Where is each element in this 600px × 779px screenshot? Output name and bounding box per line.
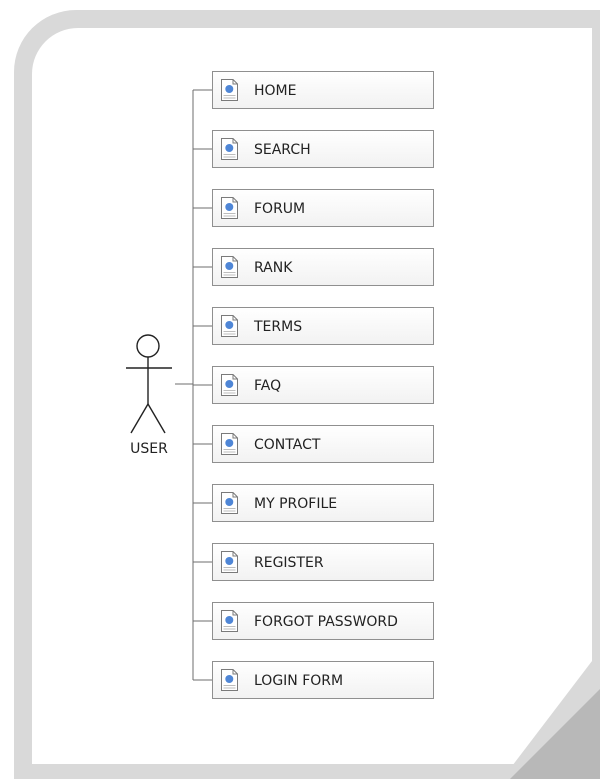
actor-label: USER (130, 441, 168, 457)
use-case-label: RANK (254, 260, 293, 276)
document-icon (221, 197, 238, 219)
use-case-label: TERMS (254, 319, 303, 335)
use-case-contact[interactable]: CONTACT (212, 425, 434, 463)
use-case-terms[interactable]: TERMS (212, 307, 434, 345)
use-case-search[interactable]: SEARCH (212, 130, 434, 168)
document-icon (221, 610, 238, 632)
document-icon (221, 315, 238, 337)
document-icon (221, 138, 238, 160)
use-case-forgot-password[interactable]: FORGOT PASSWORD (212, 602, 434, 640)
use-case-rank[interactable]: RANK (212, 248, 434, 286)
use-case-label: HOME (254, 83, 297, 99)
use-case-forum[interactable]: FORUM (212, 189, 434, 227)
use-case-label: SEARCH (254, 142, 311, 158)
use-case-label: CONTACT (254, 437, 321, 453)
use-case-my-profile[interactable]: MY PROFILE (212, 484, 434, 522)
document-icon (221, 492, 238, 514)
use-case-label: LOGIN FORM (254, 673, 344, 689)
document-icon (221, 433, 238, 455)
use-case-label: REGISTER (254, 555, 324, 571)
stick-figure-actor-icon (126, 334, 172, 434)
use-case-label: FORGOT PASSWORD (254, 614, 398, 630)
use-case-login-form[interactable]: LOGIN FORM (212, 661, 434, 699)
document-icon (221, 669, 238, 691)
document-icon (221, 551, 238, 573)
use-case-faq[interactable]: FAQ (212, 366, 434, 404)
use-case-home[interactable]: HOME (212, 71, 434, 109)
document-icon (221, 374, 238, 396)
document-icon (221, 79, 238, 101)
use-case-label: FAQ (254, 378, 282, 394)
use-case-register[interactable]: REGISTER (212, 543, 434, 581)
use-case-label: MY PROFILE (254, 496, 338, 512)
use-case-label: FORUM (254, 201, 306, 217)
document-icon (221, 256, 238, 278)
